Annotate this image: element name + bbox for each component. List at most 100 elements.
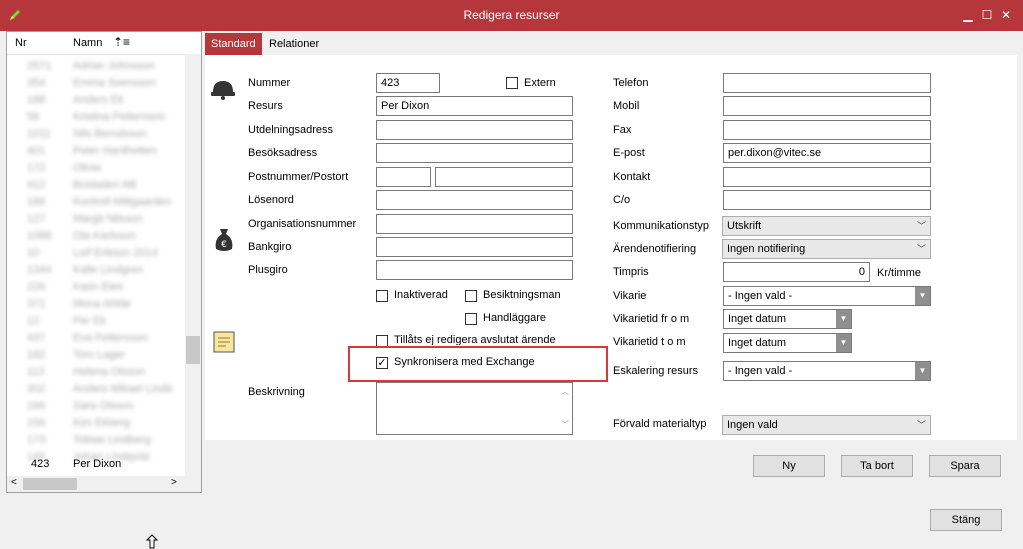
list-item[interactable]: 371 Mona Ahlde (7, 296, 185, 313)
nummer-input[interactable]: 423 (376, 73, 440, 93)
forvald-materialtyp-select[interactable]: Ingen vald ﹀ (722, 415, 931, 435)
label-fax: Fax (613, 124, 632, 136)
vikarietid-from-select[interactable]: Inget datum ▼ (723, 309, 852, 329)
close-button[interactable]: ✕ (999, 9, 1013, 21)
list-item[interactable]: 182 Tom Lager (7, 347, 185, 364)
vikarietid-tom-select[interactable]: Inget datum ▼ (723, 333, 852, 353)
organisationsnummer-input[interactable] (376, 214, 573, 234)
vikarie-select[interactable]: - Ingen vald - ▼ (723, 286, 931, 306)
list-item-name: Margit Nilsson (73, 213, 143, 225)
plusgiro-input[interactable] (376, 260, 573, 280)
scroll-left-icon[interactable]: < (11, 477, 17, 488)
vertical-scroll-thumb[interactable] (186, 336, 200, 364)
list-item[interactable]: 173 Tobias Lindberg (7, 432, 185, 449)
bankgiro-input[interactable] (376, 237, 573, 257)
mobil-input[interactable] (723, 96, 931, 116)
timpris-input[interactable]: 0 (723, 262, 870, 282)
list-item[interactable]: 401 Peter Hardhotten (7, 143, 185, 160)
eskalering-select[interactable]: - Ingen vald - ▼ (723, 361, 931, 381)
list-item-name: Helena Olsson (73, 366, 146, 378)
beskrivning-textarea[interactable]: ︿ ﹀ (376, 382, 573, 435)
list-item[interactable]: 302 Anders Mikael Linde (7, 381, 185, 398)
fax-input[interactable] (723, 120, 931, 140)
resource-list[interactable]: Nr Namn ⇡≡ 2571 Adrian Johnsson 354 Emma Sv… (6, 31, 202, 493)
list-item[interactable]: 12 Per Ek (7, 313, 185, 330)
label-arendenotifiering: Ärendenotifiering (613, 243, 697, 255)
list-item-nr: 1011 (27, 128, 51, 140)
telefon-input[interactable] (723, 73, 931, 93)
arendenotifiering-select[interactable]: Ingen notifiering ﹀ (722, 239, 931, 259)
tab-standard[interactable]: Standard (205, 33, 262, 55)
list-item[interactable]: 437 Eva Pettersson (7, 330, 185, 347)
horizontal-scrollbar[interactable]: < > (7, 476, 201, 492)
extern-checkbox[interactable] (506, 77, 518, 89)
inaktiverad-checkbox[interactable] (376, 290, 388, 302)
besiktningsman-checkbox[interactable] (465, 290, 477, 302)
scroll-up-icon[interactable]: ︿ (561, 385, 569, 399)
sort-icon[interactable]: ⇡≡ (113, 35, 130, 49)
list-item-nr: 371 (27, 298, 46, 310)
dropdown-arrow-icon[interactable]: ▼ (836, 334, 851, 352)
utdelningsadress-input[interactable] (376, 120, 573, 140)
spara-button[interactable]: Spara (929, 455, 1001, 477)
list-item[interactable]: 127 Margit Nilsson (7, 211, 185, 228)
postnummer-input[interactable] (376, 167, 431, 187)
kontakt-input[interactable] (723, 167, 931, 187)
list-item[interactable]: 226 Karin Eles (7, 279, 185, 296)
list-item[interactable]: 354 Emma Svensson (7, 75, 185, 92)
stang-button[interactable]: Stäng (930, 509, 1002, 531)
ny-button[interactable]: Ny (753, 455, 825, 477)
label-vikarie: Vikarie (613, 290, 647, 302)
list-item[interactable]: 1344 Kalle Lindgren (7, 262, 185, 279)
list-item[interactable]: 166 Sara Olsson (7, 398, 185, 415)
list-item[interactable]: 186 Kontroll Mittgaarden (7, 194, 185, 211)
co-input[interactable] (723, 190, 931, 210)
dropdown-arrow-icon[interactable]: ▼ (915, 287, 930, 305)
resurs-input[interactable]: Per Dixon (376, 96, 573, 116)
label-co: C/o (613, 194, 631, 206)
horizontal-scroll-thumb[interactable] (23, 478, 77, 490)
list-item[interactable]: 1088 Ola Karlsson (7, 228, 185, 245)
list-item-name: Sara Olsson (73, 400, 134, 412)
list-item-name: Tom Lager (73, 349, 125, 361)
losenord-input[interactable] (376, 190, 573, 210)
list-item[interactable]: 172 Olivia (7, 160, 185, 177)
besoksadress-input[interactable] (376, 143, 573, 163)
list-item[interactable]: 2571 Adrian Johnsson (7, 58, 185, 75)
inaktiverad-label: Inaktiverad (394, 289, 448, 301)
list-item[interactable]: 10 Leif Erikson 2014 (7, 245, 185, 262)
dropdown-arrow-icon[interactable]: ▼ (915, 362, 930, 380)
label-beskrivning: Beskrivning (248, 386, 305, 398)
list-item-selected[interactable]: 423 Per Dixon (7, 456, 185, 473)
column-header-nr[interactable]: Nr (15, 37, 27, 49)
postort-input[interactable] (435, 167, 573, 187)
label-besoksadress: Besöksadress (248, 147, 318, 159)
list-item[interactable]: 56 Kristina Pettersson (7, 109, 185, 126)
list-item-name: Per Ek (73, 315, 107, 327)
list-item[interactable]: 113 Helena Olsson (7, 364, 185, 381)
list-item-nr: 173 (27, 434, 46, 446)
vertical-scrollbar[interactable] (185, 54, 201, 476)
dropdown-arrow-icon[interactable]: ▼ (836, 310, 851, 328)
label-postnummer: Postnummer/Postort (248, 171, 349, 183)
tab-relationer[interactable]: Relationer (263, 33, 325, 55)
maximize-button[interactable]: ☐ (980, 9, 994, 21)
list-item[interactable]: 188 Anders Ek (7, 92, 185, 109)
ta-bort-button[interactable]: Ta bort (841, 455, 913, 477)
handlaggare-checkbox[interactable] (465, 313, 477, 325)
list-item-nr: 182 (27, 349, 46, 361)
kommunikationstyp-select[interactable]: Utskrift ﹀ (722, 216, 931, 236)
list-item[interactable]: 412 Bostaden AB (7, 177, 185, 194)
eskalering-value: - Ingen vald - (728, 365, 793, 377)
label-mobil: Mobil (613, 100, 640, 112)
list-item[interactable]: 1011 Nils Berndsson (7, 126, 185, 143)
minimize-button[interactable]: ▁ (961, 9, 975, 21)
label-epost: E-post (613, 147, 645, 159)
vikarie-value: - Ingen vald - (728, 290, 793, 302)
list-item-nr: 412 (27, 179, 46, 191)
list-item[interactable]: 156 Kim Ekberg (7, 415, 185, 432)
column-header-name[interactable]: Namn (73, 37, 102, 49)
scroll-right-icon[interactable]: > (171, 477, 177, 488)
epost-input[interactable]: per.dixon@vitec.se (723, 143, 931, 163)
scroll-down-icon[interactable]: ﹀ (561, 418, 569, 432)
